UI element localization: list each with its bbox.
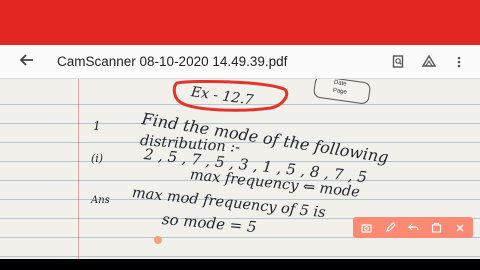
bottom-bar <box>0 259 480 270</box>
drive-icon[interactable] <box>422 54 436 69</box>
ruled-line <box>0 256 480 257</box>
share-icon[interactable] <box>431 222 442 233</box>
status-bar <box>0 0 480 45</box>
close-icon[interactable] <box>455 223 465 233</box>
app-bar: CamScanner 08-10-2020 14.49.39.pdf <box>0 45 480 79</box>
margin-line <box>78 79 79 259</box>
part-label: (i) <box>91 152 104 165</box>
touch-indicator <box>154 236 162 244</box>
floating-toolbar <box>353 217 473 238</box>
draw-icon[interactable] <box>385 222 396 233</box>
app-actions <box>392 45 466 78</box>
stamp-date-label: Date <box>333 79 347 88</box>
answer-label: Ans <box>91 195 110 206</box>
screenshot-icon[interactable] <box>361 222 372 233</box>
date-page-stamp: Date Page <box>312 79 372 105</box>
more-vertical-icon[interactable] <box>452 55 466 69</box>
highlight-circle <box>172 79 289 112</box>
search-document-icon[interactable] <box>392 54 406 69</box>
stamp-page-label: Page <box>332 87 348 96</box>
question-number: 1 <box>93 119 101 133</box>
answer-conclusion: so mode = 5 <box>161 210 258 237</box>
undo-icon[interactable] <box>408 222 419 233</box>
arrow-left-icon[interactable] <box>19 52 49 71</box>
status-bar-fill <box>0 0 480 45</box>
document-title: CamScanner 08-10-2020 14.49.39.pdf <box>57 54 288 69</box>
